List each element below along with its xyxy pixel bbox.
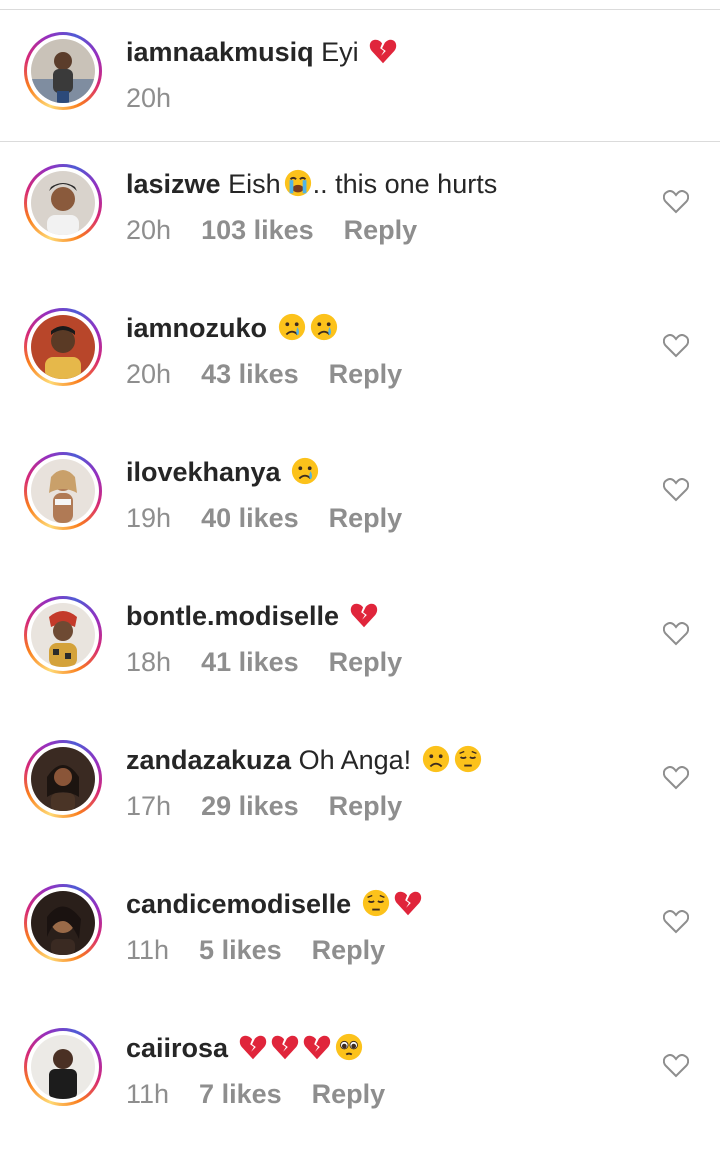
heart-outline-icon[interactable]: [663, 334, 689, 358]
heart-outline-icon[interactable]: [663, 190, 689, 214]
comment-body: Oh Anga!: [298, 745, 412, 775]
reply-button[interactable]: Reply: [344, 214, 418, 246]
comment-text: candicemodiselle: [126, 888, 423, 920]
avatar[interactable]: [24, 884, 102, 962]
comment-likes[interactable]: 43 likes: [201, 358, 299, 390]
comment-username[interactable]: bontle.modiselle: [126, 601, 339, 631]
comment-username[interactable]: iamnozuko: [126, 313, 267, 343]
caption-time: 20h: [126, 83, 172, 113]
comment-username[interactable]: zandazakuza: [126, 745, 291, 775]
post-caption: iamnaakmusiq Eyi 20h: [0, 10, 720, 142]
comment-likes[interactable]: 29 likes: [201, 790, 299, 822]
heart-outline-icon[interactable]: [663, 478, 689, 502]
comment-meta: 19h 40 likes Reply: [126, 502, 402, 534]
comment-body: Eish: [228, 169, 281, 199]
comment-username[interactable]: lasizwe: [126, 169, 221, 199]
broken-heart-emoji-icon: [394, 891, 421, 916]
reply-button[interactable]: Reply: [329, 358, 403, 390]
comment-item: ilovekhanya 19h 40 likes Reply: [0, 430, 720, 574]
comment-text: lasizwe Eish .. this one hurts: [126, 168, 497, 200]
crying-face-emoji-icon: [291, 457, 319, 485]
comment-meta: 17h 29 likes Reply: [126, 790, 402, 822]
comment-meta: 20h 103 likes Reply: [126, 214, 417, 246]
comment-username[interactable]: caiirosa: [126, 1033, 228, 1063]
comment-likes[interactable]: 5 likes: [199, 934, 282, 966]
reply-button[interactable]: Reply: [329, 502, 403, 534]
avatar[interactable]: [24, 164, 102, 242]
comment-likes[interactable]: 40 likes: [201, 502, 299, 534]
caption-username[interactable]: iamnaakmusiq: [126, 37, 314, 67]
comment-text: bontle.modiselle: [126, 600, 379, 632]
caption-body: Eyi: [321, 37, 359, 67]
loudly-crying-face-emoji-icon: [284, 169, 311, 197]
comment-body-tail: .. this one hurts: [312, 169, 498, 199]
comment-item: caiirosa 11h 7 likes Reply: [0, 1006, 720, 1150]
broken-heart-emoji-icon: [350, 603, 377, 628]
reply-button[interactable]: Reply: [329, 646, 403, 678]
heart-outline-icon[interactable]: [663, 1054, 689, 1078]
broken-heart-emoji-icon: [271, 1035, 298, 1060]
comment-text: caiirosa: [126, 1032, 364, 1064]
reply-button[interactable]: Reply: [312, 934, 386, 966]
comment-likes[interactable]: 103 likes: [201, 214, 314, 246]
comment-meta: 20h 43 likes Reply: [126, 358, 402, 390]
caption-meta: 20h: [126, 82, 171, 114]
broken-heart-emoji-icon: [239, 1035, 266, 1060]
heart-outline-icon[interactable]: [663, 766, 689, 790]
comment-time: 17h: [126, 791, 172, 821]
pensive-face-emoji-icon: [454, 745, 481, 773]
crying-face-emoji-icon: [310, 313, 337, 341]
avatar[interactable]: [24, 1028, 102, 1106]
comment-time: 11h: [126, 1079, 170, 1109]
pensive-face-emoji-icon: [362, 889, 389, 917]
comment-item: bontle.modiselle 18h 41 likes Reply: [0, 574, 720, 718]
comment-meta: 18h 41 likes Reply: [126, 646, 402, 678]
comment-item: iamnozuko 20h 43 likes Reply: [0, 286, 720, 430]
comment-username[interactable]: ilovekhanya: [126, 457, 281, 487]
comment-username[interactable]: candicemodiselle: [126, 889, 351, 919]
avatar[interactable]: [24, 740, 102, 818]
comment-item: candicemodiselle 11h 5 likes Reply: [0, 862, 720, 1006]
reply-button[interactable]: Reply: [329, 790, 403, 822]
comment-text: iamnozuko: [126, 312, 339, 344]
avatar[interactable]: [24, 32, 102, 110]
heart-outline-icon[interactable]: [663, 622, 689, 646]
heart-outline-icon[interactable]: [663, 910, 689, 934]
crying-face-emoji-icon: [278, 313, 305, 341]
comment-item: zandazakuza Oh Anga! 17h 29 likes Reply: [0, 718, 720, 862]
comment-time: 19h: [126, 503, 172, 533]
comment-likes[interactable]: 7 likes: [199, 1078, 282, 1110]
avatar[interactable]: [24, 308, 102, 386]
frowning-face-emoji-icon: [422, 745, 449, 773]
comment-item: lasizwe Eish .. this one hurts 20h 103 lik…: [0, 142, 720, 286]
pleading-face-emoji-icon: [335, 1033, 362, 1061]
caption-text: iamnaakmusiq Eyi: [126, 36, 398, 68]
top-divider: [0, 0, 720, 10]
comment-meta: 11h 5 likes Reply: [126, 934, 385, 966]
avatar[interactable]: [24, 596, 102, 674]
reply-button[interactable]: Reply: [312, 1078, 386, 1110]
comment-time: 20h: [126, 215, 172, 245]
comment-meta: 11h 7 likes Reply: [126, 1078, 385, 1110]
avatar[interactable]: [24, 452, 102, 530]
comment-text: ilovekhanya: [126, 456, 320, 488]
broken-heart-emoji-icon: [303, 1035, 330, 1060]
comment-likes[interactable]: 41 likes: [201, 646, 299, 678]
comment-text: zandazakuza Oh Anga!: [126, 744, 483, 776]
comment-time: 18h: [126, 647, 172, 677]
comment-time: 11h: [126, 935, 170, 965]
broken-heart-emoji-icon: [369, 39, 397, 64]
comment-time: 20h: [126, 359, 172, 389]
